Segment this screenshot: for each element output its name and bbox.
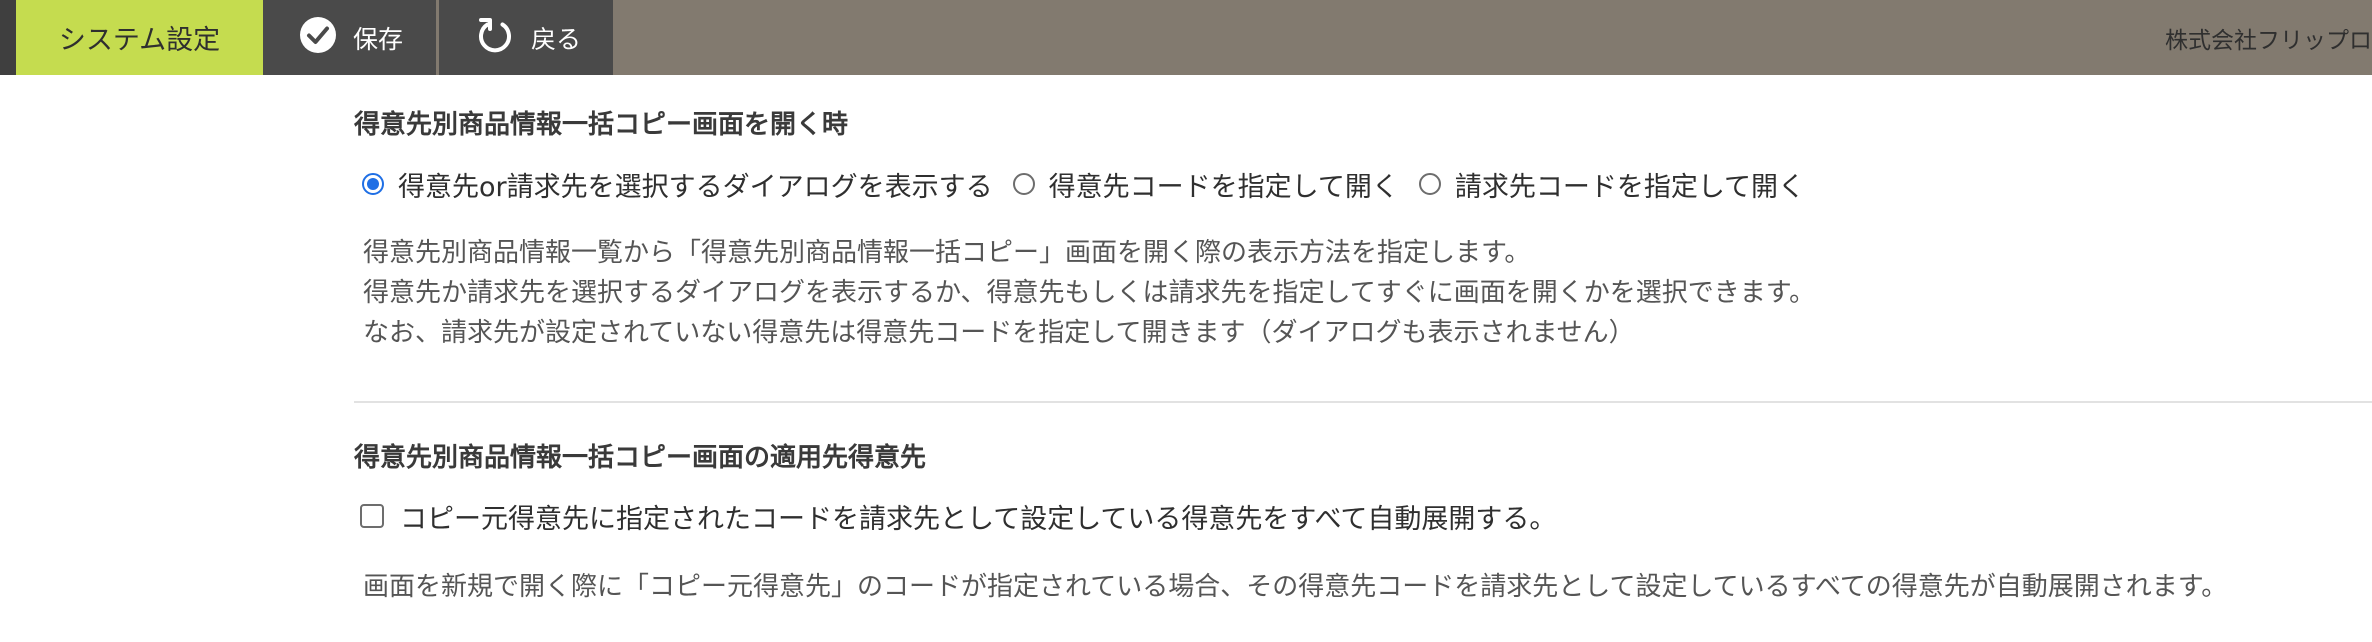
section1-title: 得意先別商品情報一括コピー画面を開く時 [354,110,849,140]
back-button[interactable]: 戻る [439,0,613,75]
section2-title: 得意先別商品情報一括コピー画面の適用先得意先 [354,443,927,473]
section2-description: 画面を新規で開く際に「コピー元得意先」のコードが指定されている場合、その得意先コ… [363,572,2228,602]
top-toolbar: システム設定 保存 戻る 株式会社フリップロ [0,0,2372,75]
save-button[interactable]: 保存 [263,0,436,75]
tab-system-settings-label: システム設定 [58,25,221,56]
radio-customer-code-label[interactable]: 得意先コードを指定して開く [1049,165,1399,204]
radio-billing-code-label[interactable]: 請求先コードを指定して開く [1455,165,1805,204]
section-divider [354,401,2372,403]
check-circle-icon [299,16,337,60]
auto-expand-checkbox[interactable] [360,504,384,528]
auto-expand-checkbox-label[interactable]: コピー元得意先に指定されたコードを請求先として設定している得意先をすべて自動展開… [400,497,1556,536]
section1-description-line1: 得意先別商品情報一覧から「得意先別商品情報一括コピー」画面を開く際の表示方法を指… [363,238,1531,268]
radio-customer-code[interactable] [1012,173,1035,195]
refresh-back-icon [475,15,515,61]
radio-show-dialog[interactable] [362,173,384,195]
open-mode-radio-group: 得意先or請求先を選択するダイアログを表示する 得意先コードを指定して開く 請求… [362,164,1825,204]
radio-show-dialog-label[interactable]: 得意先or請求先を選択するダイアログを表示する [398,165,993,204]
radio-billing-code[interactable] [1418,173,1441,195]
auto-expand-option: コピー元得意先に指定されたコードを請求先として設定している得意先をすべて自動展開… [360,496,1556,536]
back-button-label: 戻る [531,24,582,54]
save-button-label: 保存 [353,24,404,54]
company-name: 株式会社フリップロ [2165,27,2372,54]
section1-description-line2: 得意先か請求先を選択するダイアログを表示するか、得意先もしくは請求先を指定してす… [363,278,1816,308]
tab-system-settings[interactable]: システム設定 [16,0,263,75]
toolbar-left-edge [0,0,16,75]
section1-description-line3: なお、請求先が設定されていない得意先は得意先コードを指定して開きます（ダイアログ… [363,318,1635,348]
